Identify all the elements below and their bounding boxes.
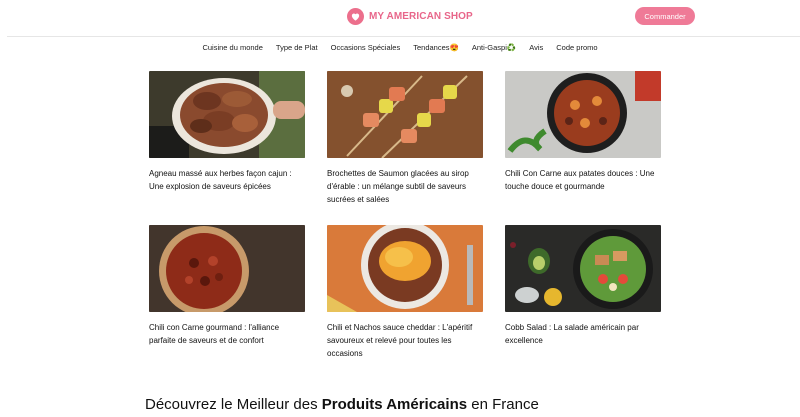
main-nav: Cuisine du monde Type de Plat Occasions … <box>0 42 800 54</box>
recipe-title[interactable]: Cobb Salad : La salade américain par exc… <box>505 321 661 347</box>
recipe-card[interactable]: Chili et Nachos sauce cheddar : L'apérit… <box>327 225 483 360</box>
header-divider <box>7 36 800 37</box>
site-logo[interactable]: MY AMERICAN SHOP <box>347 7 473 25</box>
section-heading: Découvrez le Meilleur des Produits Améri… <box>145 396 539 413</box>
recipe-title[interactable]: Agneau massé aux herbes façon cajun : Un… <box>149 167 305 193</box>
recipe-card[interactable]: Agneau massé aux herbes façon cajun : Un… <box>149 71 305 193</box>
recipe-image-chili-gourmand[interactable] <box>149 225 305 312</box>
nav-item-tendances[interactable]: Tendances😍 <box>407 42 466 54</box>
recipe-image-chili-nachos[interactable] <box>327 225 483 312</box>
recipe-image-lamb[interactable] <box>149 71 305 158</box>
nav-item-cuisine-du-monde[interactable]: Cuisine du monde <box>196 42 269 54</box>
recipe-title[interactable]: Chili Con Carne aux patates douces : Une… <box>505 167 661 193</box>
recipe-image-chili-sweet-potato[interactable] <box>505 71 661 158</box>
recipe-title[interactable]: Chili et Nachos sauce cheddar : L'apérit… <box>327 321 483 360</box>
nav-item-occasions-speciales[interactable]: Occasions Spéciales <box>324 42 407 54</box>
heading-bold: Produits Américains <box>321 396 468 413</box>
recipe-image-salmon-skewers[interactable] <box>327 71 483 158</box>
recipe-image-cobb-salad[interactable] <box>505 225 661 312</box>
heart-logo-icon <box>347 7 364 25</box>
recipe-title[interactable]: Brochettes de Saumon glacées au sirop d'… <box>327 167 483 206</box>
recipe-card[interactable]: Cobb Salad : La salade américain par exc… <box>505 225 661 347</box>
recipe-card[interactable]: Chili Con Carne aux patates douces : Une… <box>505 71 661 193</box>
brand-name: MY AMERICAN SHOP <box>369 10 473 22</box>
nav-item-code-promo[interactable]: Code promo <box>550 42 604 54</box>
nav-item-anti-gaspi[interactable]: Anti-Gaspi♻️ <box>465 42 522 54</box>
order-button[interactable]: Commander <box>635 7 695 25</box>
nav-item-type-de-plat[interactable]: Type de Plat <box>269 42 324 54</box>
heading-suffix: en France <box>467 396 539 413</box>
nav-item-avis[interactable]: Avis <box>523 42 550 54</box>
recipe-card[interactable]: Chili con Carne gourmand : l'alliance pa… <box>149 225 305 347</box>
recipe-title[interactable]: Chili con Carne gourmand : l'alliance pa… <box>149 321 305 347</box>
heading-prefix: Découvrez le Meilleur des <box>145 396 322 413</box>
site-header: MY AMERICAN SHOP Commander <box>0 0 800 36</box>
recipe-card[interactable]: Brochettes de Saumon glacées au sirop d'… <box>327 71 483 206</box>
